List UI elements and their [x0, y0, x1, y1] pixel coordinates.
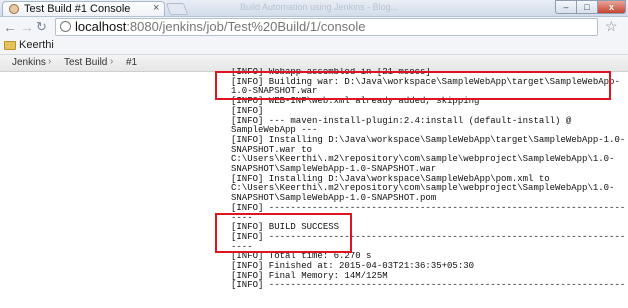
- bookmark-star-icon[interactable]: ☆: [605, 19, 618, 33]
- tab-close-icon[interactable]: ×: [153, 2, 159, 15]
- browser-tab[interactable]: Test Build #1 Console ×: [2, 1, 165, 16]
- reload-icon[interactable]: ↻: [36, 20, 47, 34]
- console-line: [INFO] ---------------------------------…: [231, 280, 626, 291]
- url-host: localhost: [75, 19, 127, 34]
- maximize-button[interactable]: □: [576, 0, 598, 14]
- tab-title: Test Build #1 Console: [24, 3, 131, 15]
- highlight-box-war: [215, 71, 611, 100]
- new-tab-button[interactable]: [165, 3, 189, 15]
- url-text[interactable]: localhost:8080/jenkins/job/Test%20Build/…: [75, 19, 366, 34]
- breadcrumb-separator: ›: [48, 56, 52, 67]
- close-window-button[interactable]: x: [597, 0, 626, 14]
- breadcrumb-build-number[interactable]: #1: [126, 57, 137, 68]
- address-bar[interactable]: localhost:8080/jenkins/job/Test%20Build/…: [55, 18, 598, 36]
- bookmark-keerthi[interactable]: Keerthi: [19, 39, 54, 51]
- bookmarks-bar: Keerthi: [0, 38, 628, 55]
- page-info-icon[interactable]: [60, 21, 71, 32]
- url-path: :8080/jenkins/job/Test%20Build/1/console: [126, 19, 366, 34]
- title-bar: Test Build #1 Console × Build Automation…: [0, 0, 628, 17]
- minimize-button[interactable]: –: [555, 0, 577, 14]
- browser-toolbar: ← → ↻ localhost:8080/jenkins/job/Test%20…: [0, 17, 628, 38]
- breadcrumb-test-build[interactable]: Test Build: [64, 57, 107, 68]
- highlight-box-build-success: [215, 213, 352, 253]
- back-arrow-icon[interactable]: ←: [3, 20, 17, 34]
- console-output: [INFO] Webapp assembled in [21 msecs] [I…: [231, 68, 628, 308]
- jenkins-favicon-icon: [9, 4, 19, 14]
- breadcrumb-jenkins[interactable]: Jenkins: [12, 57, 46, 68]
- breadcrumb-separator: ›: [110, 56, 114, 67]
- forward-arrow-icon[interactable]: →: [20, 20, 34, 34]
- folder-icon: [4, 41, 16, 50]
- window-title: Build Automation using Jenkins - Blog...: [240, 2, 399, 12]
